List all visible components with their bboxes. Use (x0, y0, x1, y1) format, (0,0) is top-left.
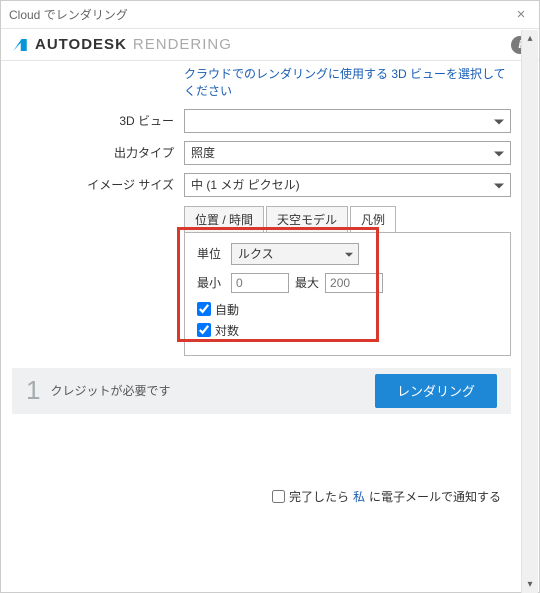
label-3d-view: 3D ビュー (12, 112, 184, 129)
brand-logo: AUTODESK RENDERING (11, 36, 232, 54)
scroll-down-icon[interactable]: ▾ (522, 576, 538, 593)
tab-panel-legend: 単位 ルクス 最小 最大 自動 対数 (184, 232, 511, 356)
select-image-size-value: 中 (1 メガ ピクセル) (191, 176, 300, 193)
checkbox-log[interactable] (197, 323, 211, 337)
select-unit[interactable]: ルクス (231, 243, 359, 265)
brand-name: AUTODESK (35, 36, 127, 53)
label-min: 最小 (197, 274, 225, 291)
credit-text: クレジットが必要です (50, 382, 170, 399)
window-title: Cloud でレンダリング (9, 6, 128, 23)
input-min[interactable] (231, 273, 289, 293)
notify-row: 完了したら 私 に電子メールで通知する (272, 488, 501, 505)
select-3d-view[interactable] (184, 109, 511, 133)
brand-ribbon: AUTODESK RENDERING i (1, 29, 539, 61)
checkbox-notify[interactable] (272, 490, 285, 503)
input-max[interactable] (325, 273, 383, 293)
label-auto: 自動 (215, 301, 239, 318)
autodesk-icon (11, 36, 29, 54)
label-unit: 単位 (197, 245, 225, 262)
select-image-size[interactable]: 中 (1 メガ ピクセル) (184, 173, 511, 197)
label-output-type: 出力タイプ (12, 144, 184, 161)
content-area: クラウドでのレンダリングに使用する 3D ビューを選択してください 3D ビュー… (2, 62, 521, 591)
footer-bar: 1 クレジットが必要です レンダリング (12, 368, 511, 414)
window-titlebar: Cloud でレンダリング × (1, 1, 539, 29)
label-max: 最大 (295, 274, 319, 291)
select-output-type[interactable]: 照度 (184, 141, 511, 165)
instruction-text: クラウドでのレンダリングに使用する 3D ビューを選択してください (184, 66, 507, 101)
notify-prefix: 完了したら (289, 488, 349, 505)
label-image-size: イメージ サイズ (12, 176, 184, 193)
tab-strip: 位置 / 時間 天空モデル 凡例 (184, 205, 511, 232)
render-button[interactable]: レンダリング (375, 374, 497, 408)
close-icon[interactable]: × (511, 6, 531, 23)
vertical-scrollbar[interactable]: ▴ ▾ (521, 30, 538, 593)
scroll-up-icon[interactable]: ▴ (522, 30, 538, 47)
select-output-type-value: 照度 (191, 144, 215, 161)
brand-sub: RENDERING (133, 36, 232, 53)
checkbox-auto[interactable] (197, 302, 211, 316)
notify-suffix: に電子メールで通知する (369, 488, 501, 505)
notify-link[interactable]: 私 (353, 488, 365, 505)
tab-legend[interactable]: 凡例 (350, 206, 396, 233)
tab-location-time[interactable]: 位置 / 時間 (184, 206, 264, 233)
tab-sky-model[interactable]: 天空モデル (266, 206, 348, 233)
select-unit-value: ルクス (238, 245, 274, 262)
label-log: 対数 (215, 322, 239, 339)
credit-count: 1 (26, 375, 40, 406)
